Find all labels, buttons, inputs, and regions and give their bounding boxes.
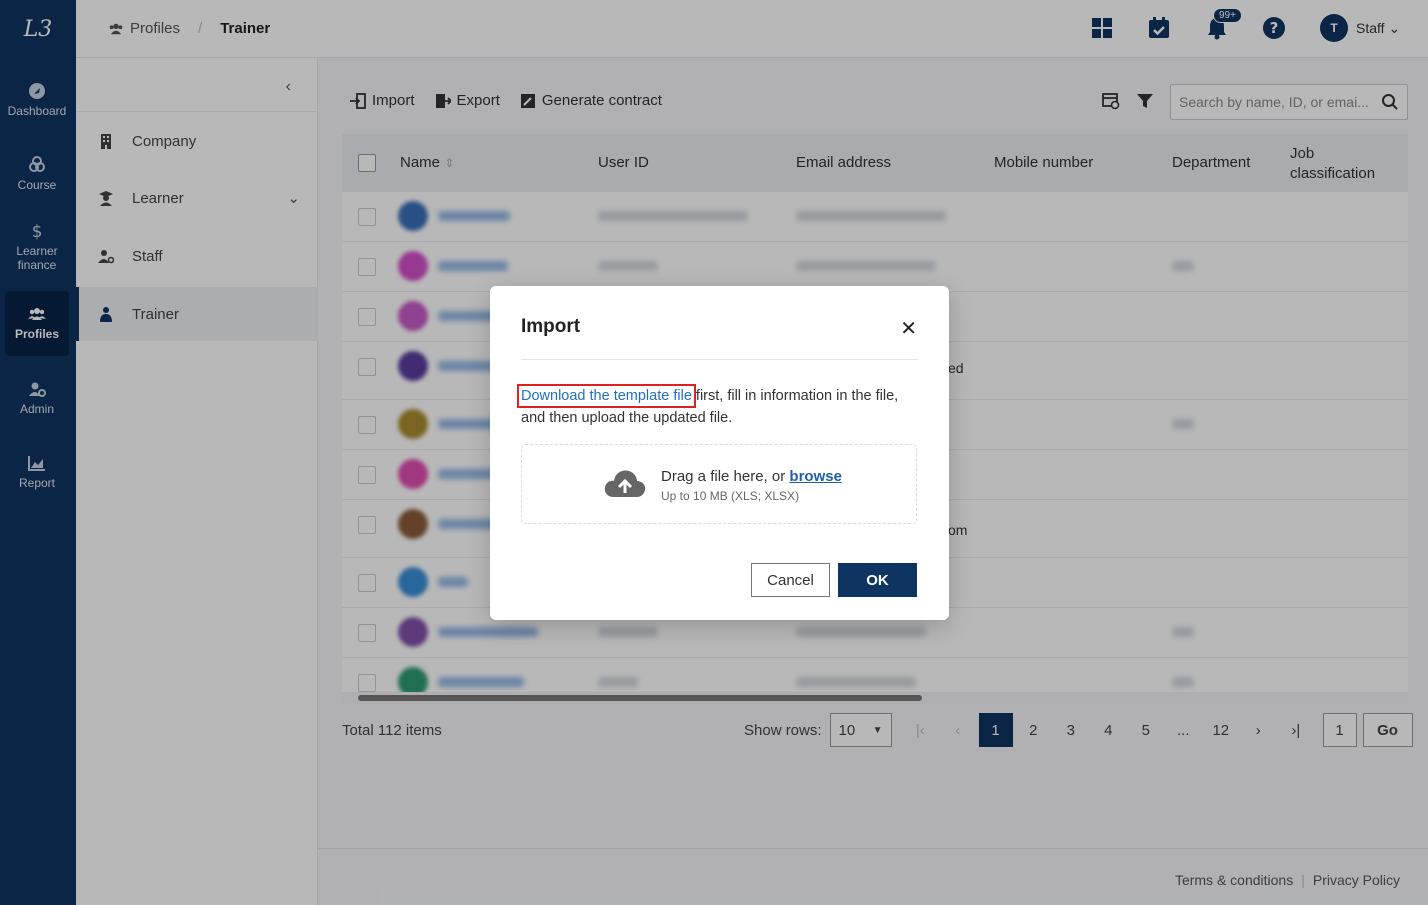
- file-drop-zone[interactable]: Drag a file here, or browse Up to 10 MB …: [521, 444, 917, 524]
- drop-text: Drag a file here, or browse: [661, 468, 842, 485]
- import-dialog: Import ✕ Download the template file firs…: [490, 286, 949, 620]
- ok-button[interactable]: OK: [838, 563, 917, 597]
- dialog-title: Import: [521, 316, 581, 337]
- browse-link[interactable]: browse: [789, 468, 842, 485]
- close-icon[interactable]: ✕: [900, 316, 917, 341]
- cancel-button[interactable]: Cancel: [751, 563, 830, 597]
- download-template-link[interactable]: Download the template file: [517, 384, 696, 408]
- cloud-upload-icon: [604, 470, 646, 497]
- import-instructions: Download the template file first, fill i…: [517, 384, 899, 426]
- divider: [521, 359, 918, 360]
- file-size-hint: Up to 10 MB (XLS; XLSX): [661, 489, 800, 503]
